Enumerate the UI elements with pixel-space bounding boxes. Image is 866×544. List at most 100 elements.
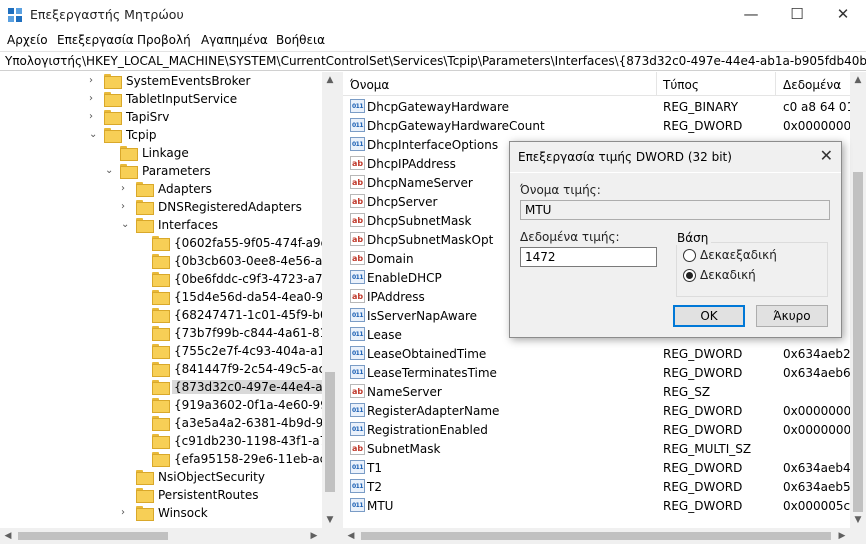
tree-expander-icon[interactable] (137, 270, 149, 288)
tree-expander-icon[interactable]: › (121, 180, 133, 198)
menu-help[interactable]: Βοήθεια (276, 33, 325, 47)
tree-node-label: {841447f9-2c54-49c5-ac1d-2 (174, 362, 338, 376)
minimize-button[interactable]: — (728, 0, 774, 30)
tree-expander-icon[interactable]: ⌄ (105, 162, 117, 180)
tree-expander-icon[interactable]: › (121, 198, 133, 216)
tree-expander-icon[interactable]: › (89, 90, 101, 108)
address-bar[interactable]: Υπολογιστής\HKEY_LOCAL_MACHINE\SYSTEM\Cu… (0, 51, 866, 71)
tree-expander-icon[interactable] (137, 360, 149, 378)
cancel-button[interactable]: Άκυρο (756, 305, 828, 327)
radio-hexadecimal-label[interactable]: Δεκαεξαδική (700, 248, 777, 262)
tree-hscroll-thumb[interactable] (18, 532, 168, 540)
tree-expander-icon[interactable] (121, 468, 133, 486)
folder-icon (152, 272, 170, 287)
registry-value-row[interactable]: 011 LeaseTerminatesTime REG_DWORD 0x634aeb6… (343, 363, 866, 382)
tree-expander-icon[interactable] (137, 306, 149, 324)
tree-node-label: {a3e5a4a2-6381-4b9d-947e-1 (174, 416, 338, 430)
scroll-up-arrow-icon[interactable]: ▲ (322, 72, 338, 88)
tree-expander-icon[interactable] (137, 324, 149, 342)
tree-expander-icon[interactable] (121, 486, 133, 504)
list-scroll-thumb[interactable] (853, 172, 863, 512)
radio-decimal-label[interactable]: Δεκαδική (700, 268, 756, 282)
scroll-down-arrow-icon[interactable]: ▼ (322, 512, 338, 528)
binary-value-icon: 011 (350, 498, 365, 512)
value-type: REG_DWORD (663, 423, 743, 437)
tree-node-label: {0b3cb603-0ee8-4e56-abb6- (174, 254, 338, 268)
tree-expander-icon[interactable] (137, 252, 149, 270)
value-name-field: MTU (520, 200, 830, 220)
tree-expander-icon[interactable] (105, 144, 117, 162)
menu-edit[interactable]: Επεξεργασία (57, 33, 134, 47)
column-header-data[interactable]: Δεδομένα (783, 78, 841, 92)
dialog-title: Επεξεργασία τιμής DWORD (32 bit) (518, 150, 732, 164)
registry-value-row[interactable]: 011 RegistrationEnabled REG_DWORD 0x0000000… (343, 420, 866, 439)
registry-value-row[interactable]: ab NameServer REG_SZ (343, 382, 866, 401)
registry-value-row[interactable]: 011 LeaseObtainedTime REG_DWORD 0x634aeb24 (343, 344, 866, 363)
close-button[interactable]: ✕ (820, 0, 866, 30)
value-data-input[interactable]: 1472 (520, 247, 657, 267)
tree-expander-icon[interactable]: ⌄ (121, 216, 133, 234)
list-scroll-right-arrow-icon[interactable]: ▶ (834, 528, 850, 544)
folder-icon (104, 74, 122, 89)
list-vertical-scrollbar[interactable]: ▲ ▼ (850, 72, 866, 528)
tree-expander-icon[interactable]: › (89, 72, 101, 90)
registry-value-row[interactable]: 011 T1 REG_DWORD 0x634aeb42 (343, 458, 866, 477)
tree-expander-icon[interactable]: › (89, 108, 101, 126)
tree-expander-icon[interactable]: › (121, 504, 133, 522)
list-hscroll-thumb[interactable] (361, 532, 831, 540)
binary-value-icon: 011 (350, 403, 365, 417)
value-name: DhcpServer (367, 195, 438, 209)
radio-hexadecimal[interactable] (683, 249, 696, 262)
value-name: MTU (367, 499, 394, 513)
tree-horizontal-scrollbar[interactable]: ◀ ▶ (0, 528, 338, 544)
list-scroll-down-arrow-icon[interactable]: ▼ (850, 512, 866, 528)
scroll-right-arrow-icon[interactable]: ▶ (306, 528, 322, 544)
tree-expander-icon[interactable] (137, 414, 149, 432)
scroll-left-arrow-icon[interactable]: ◀ (0, 528, 16, 544)
value-type: REG_DWORD (663, 480, 743, 494)
value-name: SubnetMask (367, 442, 441, 456)
menu-view[interactable]: Προβολή (137, 33, 191, 47)
tree-expander-icon[interactable] (137, 342, 149, 360)
folder-icon (136, 200, 154, 215)
tree-expander-icon[interactable] (137, 378, 149, 396)
column-header-type[interactable]: Τύπος (663, 78, 699, 92)
binary-value-icon: 011 (350, 327, 365, 341)
tree-expander-icon[interactable]: ⌄ (89, 126, 101, 144)
tree-expander-icon[interactable] (137, 288, 149, 306)
tree-expander-icon[interactable] (137, 234, 149, 252)
registry-value-row[interactable]: 011 DhcpGatewayHardware REG_BINARY c0 a8 64… (343, 97, 866, 116)
menu-file[interactable]: Αρχείο (7, 33, 48, 47)
string-value-icon: ab (350, 175, 365, 189)
tree-expander-icon[interactable] (137, 432, 149, 450)
tree-scroll-thumb[interactable] (325, 372, 335, 492)
registry-editor-icon (8, 8, 22, 22)
registry-tree[interactable]: › SystemEventsBroker › TabletInputService › T… (0, 72, 338, 544)
list-horizontal-scrollbar[interactable]: ◀ ▶ (343, 528, 866, 544)
ok-button[interactable]: OK (673, 305, 745, 327)
dialog-close-icon[interactable]: ✕ (820, 146, 833, 165)
folder-icon (104, 110, 122, 125)
list-scroll-up-arrow-icon[interactable]: ▲ (850, 72, 866, 88)
column-header-name[interactable]: Όνομα (350, 78, 389, 92)
value-name: EnableDHCP (367, 271, 442, 285)
tree-expander-icon[interactable] (137, 396, 149, 414)
tree-vertical-scrollbar[interactable]: ▲ ▼ (322, 72, 338, 528)
value-type: REG_BINARY (663, 100, 739, 114)
tree-node-label: {0be6fddc-c9f3-4723-a7f5-f8 (174, 272, 338, 286)
tree-node-label: {15d4e56d-da54-4ea0-942d-l (174, 290, 338, 304)
registry-value-row[interactable]: 011 RegisterAdapterName REG_DWORD 0x0000000… (343, 401, 866, 420)
radio-decimal[interactable] (683, 269, 696, 282)
folder-icon (152, 362, 170, 377)
tree-expander-icon[interactable] (137, 450, 149, 468)
title-bar: Επεξεργαστής Μητρώου — ☐ ✕ (0, 0, 866, 30)
registry-value-row[interactable]: 011 DhcpGatewayHardwareCount REG_DWORD 0x00… (343, 116, 866, 135)
binary-value-icon: 011 (350, 365, 365, 379)
menu-favorites[interactable]: Αγαπημένα (201, 33, 268, 47)
registry-value-row[interactable]: 011 MTU REG_DWORD 0x000005c0 ( (343, 496, 866, 515)
registry-value-row[interactable]: ab SubnetMask REG_MULTI_SZ (343, 439, 866, 458)
maximize-button[interactable]: ☐ (774, 0, 820, 30)
list-scroll-left-arrow-icon[interactable]: ◀ (343, 528, 359, 544)
registry-value-row[interactable]: 011 T2 REG_DWORD 0x634aeb58 (343, 477, 866, 496)
value-data: 0x634aeb24 (783, 347, 859, 361)
